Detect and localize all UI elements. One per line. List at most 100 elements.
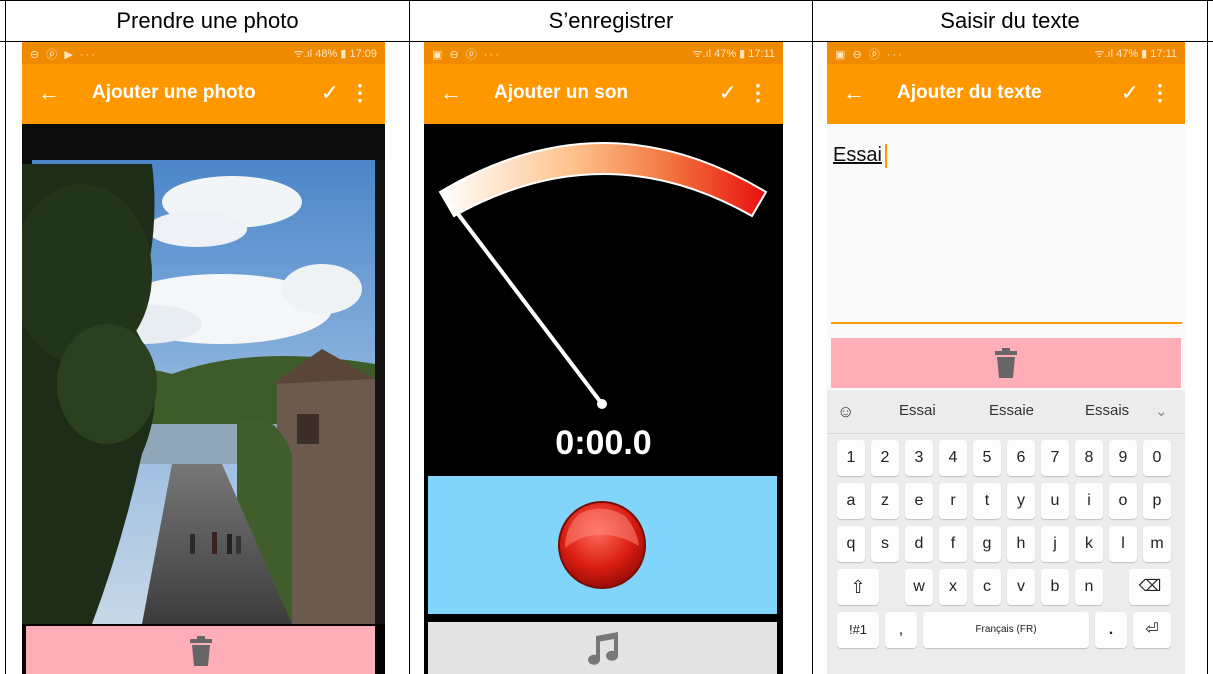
music-note-icon bbox=[588, 632, 618, 665]
column-title-sound: S’enregistrer bbox=[548, 8, 674, 33]
status-notifications: ▣ ⊖ ⓟ ··· bbox=[432, 49, 501, 61]
gauge-needle bbox=[450, 204, 604, 406]
key[interactable]: n bbox=[1075, 569, 1103, 605]
text-input-underline bbox=[831, 322, 1182, 324]
phone-screen-sound: ▣ ⊖ ⓟ ··· ᯤ.ıl 47% ▮ 17:11 ← Ajouter un … bbox=[424, 42, 783, 674]
key[interactable]: k bbox=[1075, 526, 1103, 562]
app-bar-title: Ajouter du texte bbox=[897, 82, 1042, 103]
column-title-photo: Prendre une photo bbox=[116, 8, 299, 33]
space-bar[interactable]: Français (FR) bbox=[923, 612, 1089, 648]
key[interactable]: h bbox=[1007, 526, 1035, 562]
music-button[interactable] bbox=[428, 622, 777, 674]
status-info: ᯤ.ıl 47% ▮ 17:11 bbox=[692, 48, 775, 60]
shift-key[interactable]: ⇧ bbox=[837, 569, 879, 605]
phone-screen-text: ▣ ⊖ ⓟ ··· ᯤ.ıl 47% ▮ 17:11 ← Ajouter du … bbox=[827, 42, 1185, 674]
on-screen-keyboard: ☺ Essai Essaie Essais ⌄ 1 2 3 4 5 6 7 8 … bbox=[827, 390, 1185, 674]
comparison-table: Prendre une photo S’enregistrer Saisir d… bbox=[0, 0, 1213, 674]
key[interactable]: t bbox=[973, 483, 1001, 519]
suggestion-2[interactable]: Essaie bbox=[989, 402, 1034, 419]
sound-meter: 0:00.0 bbox=[424, 124, 783, 470]
photo-image bbox=[22, 124, 385, 624]
key[interactable]: j bbox=[1041, 526, 1069, 562]
key[interactable]: 0 bbox=[1143, 440, 1171, 476]
delete-button[interactable] bbox=[26, 626, 375, 674]
key[interactable]: m bbox=[1143, 526, 1171, 562]
level-gauge bbox=[438, 142, 768, 409]
table-border-right bbox=[1207, 0, 1208, 674]
key[interactable]: p bbox=[1143, 483, 1171, 519]
text-input[interactable]: Essai bbox=[833, 144, 882, 167]
suggestion-strip: ☺ Essai Essaie Essais ⌄ bbox=[827, 390, 1185, 434]
delete-button[interactable] bbox=[831, 338, 1181, 388]
app-bar-title: Ajouter une photo bbox=[92, 82, 256, 103]
photo-preview bbox=[22, 124, 385, 624]
key[interactable]: 4 bbox=[939, 440, 967, 476]
key[interactable]: 6 bbox=[1007, 440, 1035, 476]
key[interactable]: s bbox=[871, 526, 899, 562]
check-icon[interactable]: ✓ bbox=[1121, 78, 1139, 108]
suggestion-3[interactable]: Essais bbox=[1085, 402, 1129, 419]
key[interactable]: x bbox=[939, 569, 967, 605]
key[interactable]: r bbox=[939, 483, 967, 519]
key[interactable]: w bbox=[905, 569, 933, 605]
status-bar: ▣ ⊖ ⓟ ··· ᯤ.ıl 47% ▮ 17:11 bbox=[827, 42, 1185, 64]
status-notifications: ⊖ ⓟ ▶ ··· bbox=[30, 49, 97, 61]
trash-icon bbox=[995, 348, 1017, 378]
key[interactable]: q bbox=[837, 526, 865, 562]
key[interactable]: a bbox=[837, 483, 865, 519]
phone-screen-photo: ⊖ ⓟ ▶ ··· ᯤ.ıl 48% ▮ 17:09 ← Ajouter une… bbox=[22, 42, 385, 674]
key[interactable]: 5 bbox=[973, 440, 1001, 476]
app-bar: ← Ajouter une photo ✓ ⋮ bbox=[22, 64, 385, 124]
key[interactable]: b bbox=[1041, 569, 1069, 605]
more-vert-icon[interactable]: ⋮ bbox=[747, 78, 769, 108]
comma-key[interactable]: , bbox=[885, 612, 917, 648]
record-button[interactable] bbox=[428, 476, 777, 614]
back-arrow-icon[interactable]: ← bbox=[38, 78, 60, 108]
column-title-text: Saisir du texte bbox=[940, 8, 1080, 33]
symbols-key[interactable]: !#1 bbox=[837, 612, 879, 648]
key[interactable]: v bbox=[1007, 569, 1035, 605]
key[interactable]: 8 bbox=[1075, 440, 1103, 476]
recording-timer: 0:00.0 bbox=[555, 424, 652, 462]
backspace-icon[interactable]: ⌫ bbox=[1129, 569, 1171, 605]
key[interactable]: d bbox=[905, 526, 933, 562]
key[interactable]: 2 bbox=[871, 440, 899, 476]
key[interactable]: 3 bbox=[905, 440, 933, 476]
app-bar: ← Ajouter du texte ✓ ⋮ bbox=[827, 64, 1185, 124]
key[interactable]: 7 bbox=[1041, 440, 1069, 476]
table-border-left bbox=[5, 0, 6, 674]
table-divider-1 bbox=[409, 0, 410, 674]
more-vert-icon[interactable]: ⋮ bbox=[1149, 78, 1171, 108]
status-bar: ⊖ ⓟ ▶ ··· ᯤ.ıl 48% ▮ 17:09 bbox=[22, 42, 385, 64]
back-arrow-icon[interactable]: ← bbox=[440, 78, 462, 108]
record-icon bbox=[558, 501, 646, 589]
more-vert-icon[interactable]: ⋮ bbox=[349, 78, 371, 108]
emoji-icon[interactable]: ☺ bbox=[837, 402, 854, 422]
key[interactable]: f bbox=[939, 526, 967, 562]
enter-icon[interactable]: ⏎ bbox=[1133, 612, 1171, 648]
key[interactable]: e bbox=[905, 483, 933, 519]
text-editor: Essai ☺ Essai Essaie Essais ⌄ 1 2 3 4 5 … bbox=[827, 124, 1185, 674]
status-info: ᯤ.ıl 48% ▮ 17:09 bbox=[293, 48, 377, 60]
status-info: ᯤ.ıl 47% ▮ 17:11 bbox=[1094, 48, 1177, 60]
suggestion-1[interactable]: Essai bbox=[899, 402, 936, 419]
key[interactable]: u bbox=[1041, 483, 1069, 519]
key[interactable]: z bbox=[871, 483, 899, 519]
key[interactable]: g bbox=[973, 526, 1001, 562]
status-notifications: ▣ ⊖ ⓟ ··· bbox=[835, 49, 904, 61]
key[interactable]: c bbox=[973, 569, 1001, 605]
table-divider-2 bbox=[812, 0, 813, 674]
key[interactable]: 1 bbox=[837, 440, 865, 476]
check-icon[interactable]: ✓ bbox=[719, 78, 737, 108]
check-icon[interactable]: ✓ bbox=[321, 78, 339, 108]
key[interactable]: 9 bbox=[1109, 440, 1137, 476]
key[interactable]: o bbox=[1109, 483, 1137, 519]
app-bar: ← Ajouter un son ✓ ⋮ bbox=[424, 64, 783, 124]
period-key[interactable]: . bbox=[1095, 612, 1127, 648]
back-arrow-icon[interactable]: ← bbox=[843, 78, 865, 108]
key[interactable]: l bbox=[1109, 526, 1137, 562]
chevron-down-icon[interactable]: ⌄ bbox=[1155, 402, 1168, 420]
key[interactable]: y bbox=[1007, 483, 1035, 519]
status-bar: ▣ ⊖ ⓟ ··· ᯤ.ıl 47% ▮ 17:11 bbox=[424, 42, 783, 64]
key[interactable]: i bbox=[1075, 483, 1103, 519]
